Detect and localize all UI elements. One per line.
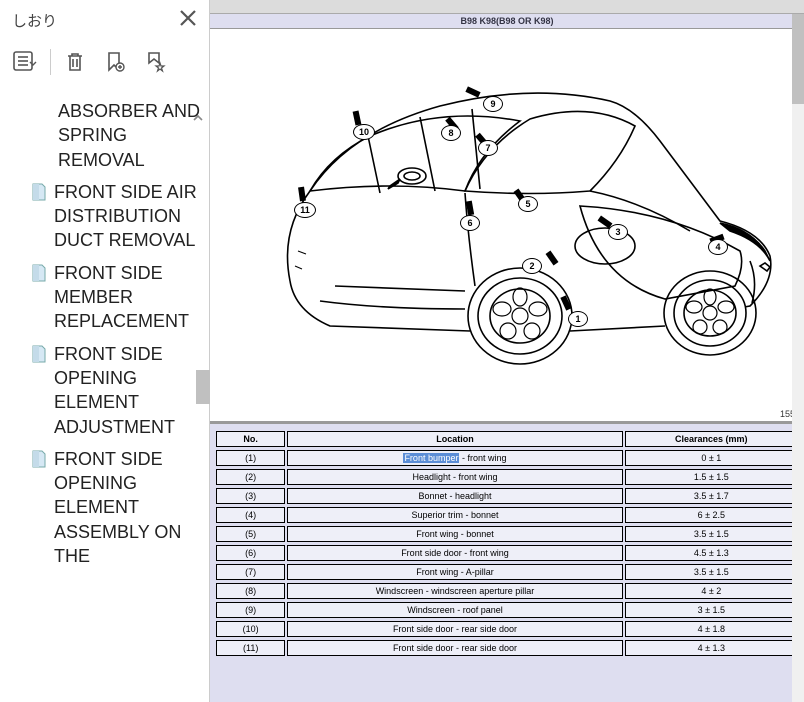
col-location: Location (287, 431, 622, 447)
callout-3: 3 (608, 224, 628, 240)
bookmarks-sidebar: しおり ABSORBER AND SPRING REMOVAL (0, 0, 210, 702)
table-row: (4)Superior trim - bonnet6 ± 2.5 (216, 507, 798, 523)
callout-7: 7 (478, 140, 498, 156)
col-no: No. (216, 431, 285, 447)
callout-9: 9 (483, 96, 503, 112)
clearances-table-wrap: No. Location Clearances (mm) (1)Front bu… (210, 421, 804, 702)
bookmark-add-icon (104, 51, 126, 73)
sidebar-title: しおり (12, 10, 179, 31)
bookmark-item[interactable]: FRONT SIDE OPENING ELEMENT ASSEMBLY ON T… (0, 443, 207, 572)
options-button[interactable] (12, 48, 40, 76)
car-illustration (240, 51, 780, 391)
callout-6: 6 (460, 215, 480, 231)
list-options-icon (13, 51, 39, 73)
delete-bookmark-button[interactable] (61, 48, 89, 76)
page-icon (30, 450, 48, 468)
vehicle-header: B98 K98(B98 OR K98) (210, 14, 804, 29)
page-icon (30, 345, 48, 363)
toolbar-divider (50, 49, 51, 75)
bookmark-label: FRONT SIDE OPENING ELEMENT ASSEMBLY ON T… (54, 447, 201, 568)
vehicle-diagram: 1 2 3 4 5 6 7 8 9 10 11 1555 (210, 29, 804, 421)
bookmark-item[interactable]: FRONT SIDE OPENING ELEMENT ADJUSTMENT (0, 338, 207, 443)
callout-10: 10 (353, 124, 375, 140)
table-row: (9)Windscreen - roof panel3 ± 1.5 (216, 602, 798, 618)
table-header-row: No. Location Clearances (mm) (216, 431, 798, 447)
bookmark-settings-button[interactable] (141, 48, 169, 76)
table-row: (6)Front side door - front wing4.5 ± 1.3 (216, 545, 798, 561)
content-scrollbar-vertical[interactable] (792, 14, 804, 702)
callout-5: 5 (518, 196, 538, 212)
callout-1: 1 (568, 311, 588, 327)
page-icon (30, 183, 48, 201)
callout-11: 11 (294, 202, 316, 218)
sidebar-toolbar (0, 40, 209, 84)
cell-location: Front bumper - front wing (287, 450, 622, 466)
table-row: (11)Front side door - rear side door4 ± … (216, 640, 798, 656)
close-icon (179, 9, 197, 27)
callout-4: 4 (708, 239, 728, 255)
bookmark-list: ABSORBER AND SPRING REMOVAL FRONT SIDE A… (0, 95, 207, 702)
close-sidebar-button[interactable] (179, 6, 197, 34)
bookmark-item[interactable]: ABSORBER AND SPRING REMOVAL (0, 95, 207, 176)
scrollbar-thumb[interactable] (792, 14, 804, 104)
table-row: (10)Front side door - rear side door4 ± … (216, 621, 798, 637)
content-top-bar (210, 0, 804, 14)
table-row: (2)Headlight - front wing1.5 ± 1.5 (216, 469, 798, 485)
callout-2: 2 (522, 258, 542, 274)
trash-icon (64, 51, 86, 73)
bookmark-label: ABSORBER AND SPRING REMOVAL (58, 99, 201, 172)
add-bookmark-button[interactable] (101, 48, 129, 76)
bookmark-item[interactable]: FRONT SIDE AIR DISTRIBUTION DUCT REMOVAL (0, 176, 207, 257)
bookmark-label: FRONT SIDE AIR DISTRIBUTION DUCT REMOVAL (54, 180, 201, 253)
table-row: (7)Front wing - A-pillar3.5 ± 1.5 (216, 564, 798, 580)
bookmark-item[interactable]: FRONT SIDE MEMBER REPLACEMENT (0, 257, 207, 338)
document-content: B98 K98(B98 OR K98) (210, 0, 804, 702)
sidebar-header: しおり (0, 0, 209, 40)
table-row: (8)Windscreen - windscreen aperture pill… (216, 583, 798, 599)
page-icon (30, 264, 48, 282)
bookmark-star-icon (144, 51, 166, 73)
clearances-table: No. Location Clearances (mm) (1)Front bu… (214, 428, 800, 659)
bookmark-label: FRONT SIDE MEMBER REPLACEMENT (54, 261, 201, 334)
col-clearances: Clearances (mm) (625, 431, 798, 447)
table-row: (3)Bonnet - headlight3.5 ± 1.7 (216, 488, 798, 504)
table-row: (1)Front bumper - front wing0 ± 1 (216, 450, 798, 466)
bookmark-label: FRONT SIDE OPENING ELEMENT ADJUSTMENT (54, 342, 201, 439)
table-row: (5)Front wing - bonnet3.5 ± 1.5 (216, 526, 798, 542)
sidebar-scrollbar[interactable] (196, 370, 210, 404)
callout-8: 8 (441, 125, 461, 141)
